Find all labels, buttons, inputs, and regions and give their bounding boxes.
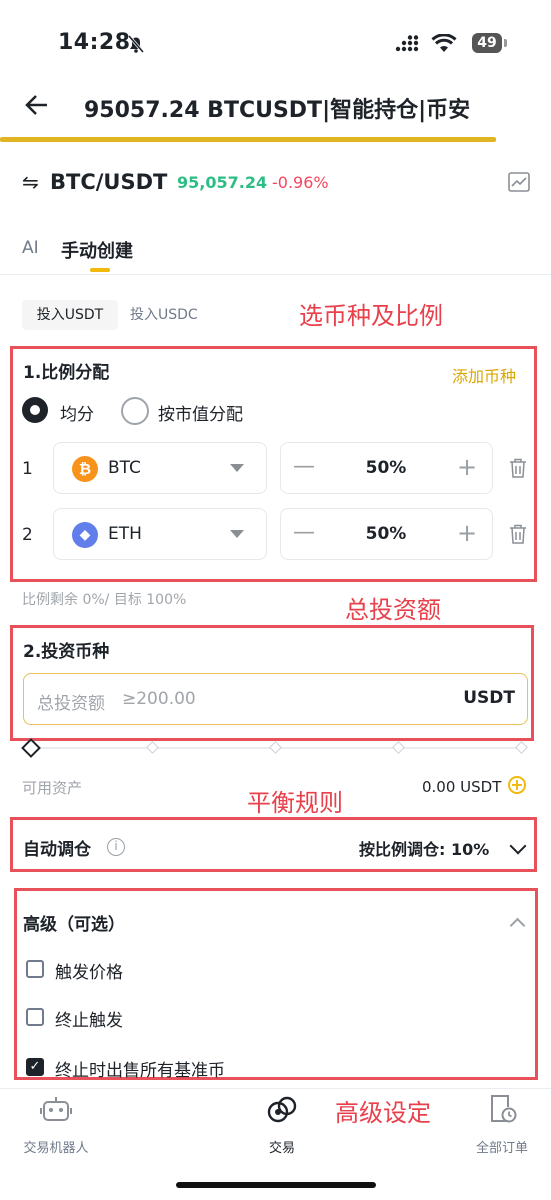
trigger-price-checkbox[interactable] xyxy=(26,960,44,978)
invest-usdt-chip[interactable]: 投入USDT xyxy=(22,300,118,330)
amount-minimum: ≥200.00 xyxy=(122,689,196,709)
stop-trigger-checkbox[interactable] xyxy=(26,1008,44,1026)
radio-equal-label[interactable]: 均分 xyxy=(60,400,94,425)
coin-name: ETH xyxy=(108,524,142,544)
home-indicator xyxy=(176,1182,376,1188)
annotation-total-amount: 总投资额 xyxy=(345,596,441,624)
nav-robot-label[interactable]: 交易机器人 xyxy=(16,1137,96,1156)
amount-unit: USDT xyxy=(463,688,515,708)
swap-pair-icon[interactable]: ⇋ xyxy=(22,170,39,194)
percent-value[interactable]: 50% xyxy=(351,524,421,544)
row-index: 1 xyxy=(22,459,33,479)
loading-bar xyxy=(0,137,496,142)
battery-icon: 49 xyxy=(472,33,502,53)
minus-button[interactable]: — xyxy=(293,454,315,479)
radio-market-cap-label[interactable]: 按市值分配 xyxy=(158,400,243,425)
tab-manual-create[interactable]: 手动创建 xyxy=(61,237,133,263)
trade-icon[interactable] xyxy=(266,1094,298,1126)
auto-rebalance-select[interactable]: 按比例调仓: 10% xyxy=(359,836,489,860)
annotation-select-coin: 选币种及比例 xyxy=(299,302,443,330)
pair-change: -0.96% xyxy=(272,173,329,192)
slider-step[interactable] xyxy=(269,741,282,754)
percent-stepper-eth: — 50% + xyxy=(280,508,493,560)
chart-icon[interactable] xyxy=(508,172,530,192)
radio-equal[interactable] xyxy=(22,397,48,423)
slider-handle[interactable] xyxy=(21,738,41,758)
annotation-balance-rule: 平衡规则 xyxy=(247,789,343,817)
signal-icon xyxy=(395,35,419,52)
plus-button[interactable]: + xyxy=(457,519,477,547)
amount-input[interactable]: 总投资额 ≥200.00 USDT xyxy=(23,673,528,725)
allocation-hint: 比例剩余 0%/ 目标 100% xyxy=(22,592,187,608)
slider-step[interactable] xyxy=(146,741,159,754)
slider-step[interactable] xyxy=(392,741,405,754)
available-value: 0.00 USDT xyxy=(422,778,502,796)
eth-icon: ◆ xyxy=(72,522,98,548)
row-index: 2 xyxy=(22,525,33,545)
nav-divider xyxy=(0,1088,551,1089)
btc-icon: ₿ xyxy=(72,456,98,482)
caret-down-icon xyxy=(230,464,244,472)
wifi-icon xyxy=(431,34,457,52)
sell-all-base-checkbox[interactable]: ✓ xyxy=(26,1058,44,1076)
percent-stepper-btc: — 50% + xyxy=(280,442,493,494)
percent-value[interactable]: 50% xyxy=(351,458,421,478)
trigger-price-label[interactable]: 触发价格 xyxy=(55,958,123,983)
amount-placeholder: 总投资额 xyxy=(37,694,105,714)
plus-button[interactable]: + xyxy=(457,453,477,481)
nav-trade-label[interactable]: 交易 xyxy=(242,1137,322,1156)
available-label: 可用资产 xyxy=(22,779,83,797)
slider-step[interactable] xyxy=(515,741,528,754)
tab-active-indicator xyxy=(90,268,110,272)
trash-icon[interactable] xyxy=(509,458,527,478)
bell-muted-icon xyxy=(127,35,145,53)
stop-trigger-label[interactable]: 终止触发 xyxy=(55,1006,123,1031)
annotation-advanced: 高级设定 xyxy=(335,1099,431,1127)
coin-select-btc[interactable]: ₿ BTC xyxy=(53,442,267,494)
invest-usdc-chip[interactable]: 投入USDC xyxy=(130,300,198,330)
orders-icon[interactable] xyxy=(488,1093,518,1125)
add-coin-button[interactable]: 添加币种 xyxy=(452,363,516,387)
coin-name: BTC xyxy=(108,458,141,478)
trash-icon[interactable] xyxy=(509,524,527,544)
advanced-title[interactable]: 高级（可选） xyxy=(23,910,125,935)
auto-rebalance-label: 自动调仓 xyxy=(23,840,91,860)
tab-ai[interactable]: AI xyxy=(22,238,39,258)
robot-icon[interactable] xyxy=(40,1094,72,1124)
pair-price: 95,057.24 xyxy=(177,173,268,192)
radio-market-cap[interactable] xyxy=(121,397,149,425)
page-title: 95057.24 BTCUSDT|智能持仓|币安 xyxy=(84,98,471,123)
sell-all-base-label[interactable]: 终止时出售所有基准币 xyxy=(55,1056,225,1081)
pair-symbol[interactable]: BTC/USDT xyxy=(50,170,167,194)
add-funds-icon[interactable]: + xyxy=(508,776,526,794)
minus-button[interactable]: — xyxy=(293,520,315,545)
nav-orders-label[interactable]: 全部订单 xyxy=(462,1137,542,1156)
allocation-title: 1.比例分配 xyxy=(23,363,110,383)
battery-tip xyxy=(504,39,507,47)
investment-title: 2.投资币种 xyxy=(23,642,110,662)
back-arrow-icon[interactable] xyxy=(24,90,50,120)
tab-divider xyxy=(0,274,551,275)
coin-select-eth[interactable]: ◆ ETH xyxy=(53,508,267,560)
caret-down-icon xyxy=(230,530,244,538)
info-icon[interactable]: i xyxy=(107,838,125,856)
status-time: 14:28 xyxy=(58,30,131,55)
